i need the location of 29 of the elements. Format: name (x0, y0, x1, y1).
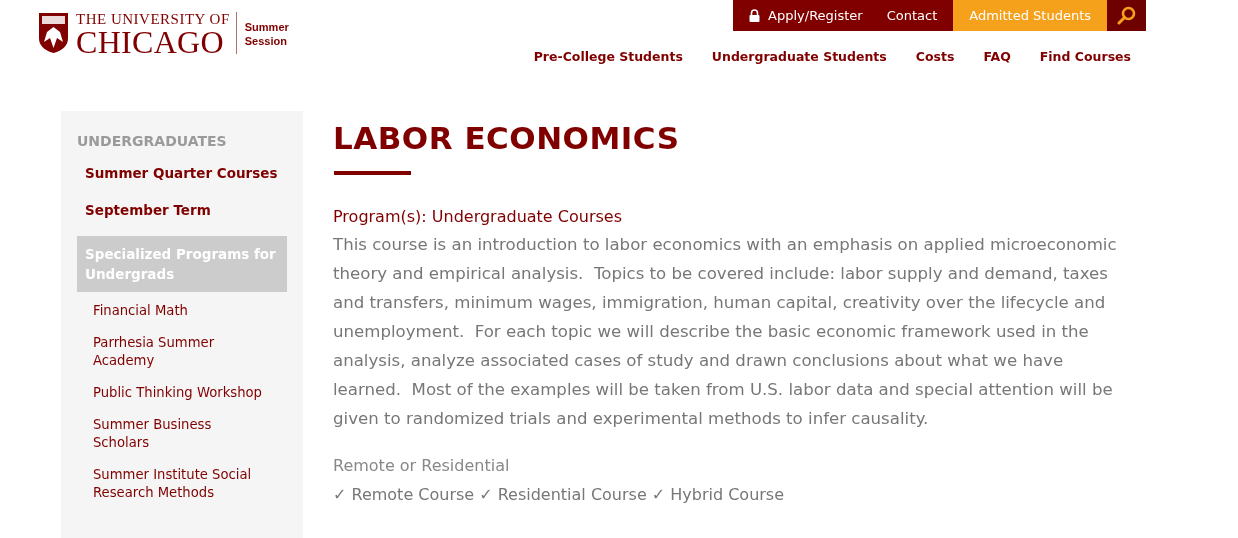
sidebar-subitem[interactable]: Summer Institute Social Research Methods (77, 466, 287, 502)
format-option: ✓ Residential Course (479, 480, 647, 509)
sidebar-subitem[interactable]: Summer Business Scholars (77, 416, 287, 452)
course-description: This course is an introduction to labor economics with an emphasis on applied microeconomic theory and empirical analysis. Topics to be covered include: labor supply and demand, taxes and transfers, minimum wages, immigration, human capital, creativity over the lifecycle and unemployment. For each topic we will describe the basic economic framework used in the analysis, analyze associated cases of study and drawn conclusions about what we have learned. Most of the examples will be taken from U.S. labor data and special attention will be given to randomized trials and experimental methods to infer causality. (333, 234, 1118, 430)
contact-button[interactable]: Contact (870, 0, 954, 31)
sidebar-item[interactable]: September Term (77, 202, 287, 219)
nav-link[interactable]: Find Courses (1039, 49, 1131, 64)
sidebar-item[interactable]: Summer Quarter Courses (77, 165, 287, 182)
page-title: LABOR ECONOMICS (333, 121, 681, 155)
nav-link[interactable]: Undergraduate Students (711, 49, 887, 64)
nav-link[interactable]: FAQ (983, 49, 1011, 64)
apply-button[interactable]: Apply/Register (733, 0, 871, 31)
format-option: ✓ Remote Course (333, 480, 475, 509)
format-option: ✓ Hybrid Course (651, 480, 785, 509)
program-text: Program(s): Undergraduate Courses (333, 207, 623, 227)
nav-link[interactable]: Costs (915, 49, 955, 64)
sidebar-heading: UNDERGRADUATES (77, 133, 228, 149)
sidebar-subitem[interactable]: Parrhesia Summer Academy (77, 334, 287, 370)
lock-icon (749, 9, 761, 22)
crest-icon (38, 12, 69, 54)
sidebar-subitem[interactable]: Public Thinking Workshop (77, 384, 287, 402)
logo-text: THE UNIVERSITY OF (76, 12, 230, 27)
search-button[interactable] (1107, 0, 1146, 31)
format-label: Remote or Residential (333, 455, 511, 477)
logo-text: CHICAGO (76, 27, 225, 57)
sidebar-subitem[interactable]: Financial Math (77, 302, 287, 320)
session-label: Summer Session (244, 20, 290, 48)
search-icon (1117, 6, 1136, 25)
nav-link[interactable]: Pre-College Students (533, 49, 683, 64)
